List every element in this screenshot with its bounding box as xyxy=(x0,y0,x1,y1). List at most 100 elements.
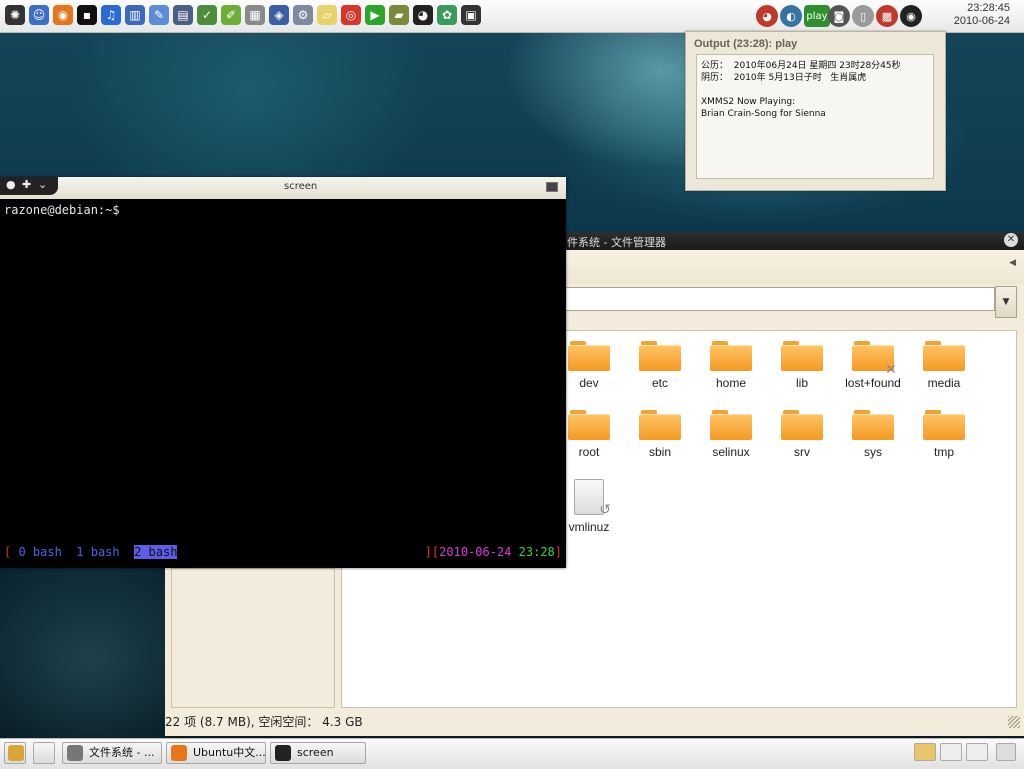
workspace-button[interactable] xyxy=(33,742,55,764)
resize-grip[interactable] xyxy=(1008,716,1020,728)
file-item-tmp[interactable]: tmp xyxy=(912,410,976,459)
gregorian-value: 2010年06月24日 星期四 23时28分45秒 xyxy=(733,61,901,71)
file-item-etc[interactable]: etc xyxy=(628,341,692,390)
file-item-root[interactable]: root xyxy=(557,410,621,459)
folder-icon xyxy=(923,341,965,371)
notification-title: Output (23:28): play xyxy=(694,38,798,50)
show-desktop-button[interactable] xyxy=(4,742,26,764)
file-item-srv[interactable]: srv xyxy=(770,410,834,459)
terminal-title: screen xyxy=(284,181,318,192)
lunar-label: 阴历： xyxy=(701,73,729,83)
file-item-lost-found[interactable]: ✕ lost+found xyxy=(841,341,905,390)
books-icon[interactable]: ▥ xyxy=(125,5,145,25)
file-item-sys[interactable]: sys xyxy=(841,410,905,459)
dictionary-icon[interactable]: ▰ xyxy=(389,5,409,25)
file-item-home[interactable]: home xyxy=(699,341,763,390)
window-controls: ● ✚ ⌄ xyxy=(0,177,58,195)
screen-window-2[interactable]: 2 bash xyxy=(134,545,178,559)
toolbar-overflow-icon[interactable]: ◀ xyxy=(1009,258,1016,268)
clock[interactable]: 23:28:45 2010-06-24 xyxy=(954,2,1010,28)
gregorian-row: 公历： 2010年06月24日 星期四 23时28分45秒 xyxy=(701,60,929,72)
taskbar-button-1[interactable]: Ubuntu中文... xyxy=(166,742,266,764)
screen-window-1[interactable]: 1 bash xyxy=(76,545,119,559)
screen-window-0[interactable]: 0 bash xyxy=(18,545,61,559)
file-label: srv xyxy=(794,445,810,459)
taskbar-button-0[interactable]: 文件系统 - ... xyxy=(62,742,162,764)
file-item-vmlinuz[interactable]: ↺ vmlinuz xyxy=(557,479,621,534)
add-tab-icon[interactable]: ✚ xyxy=(22,179,31,191)
file-label: etc xyxy=(651,376,668,390)
taskbar-button-2[interactable]: screen xyxy=(270,742,366,764)
status-bracket: [ xyxy=(4,545,19,559)
settings-icon[interactable]: ✓ xyxy=(197,5,217,25)
editor-icon[interactable]: ✎ xyxy=(149,5,169,25)
qq-tray-icon[interactable]: ◕ xyxy=(756,5,778,27)
screen-status-line: [ 0 bash 1 bash 2 bash][2010-06-24 23:28… xyxy=(4,545,562,561)
terminal-icon[interactable]: ▪ xyxy=(77,5,97,25)
close-icon[interactable]: ✕ xyxy=(1004,233,1018,247)
network-icon[interactable]: ▩ xyxy=(876,5,898,27)
messenger-icon[interactable]: ✿ xyxy=(437,5,457,25)
finder-icon[interactable]: ☺ xyxy=(29,5,49,25)
window-title: 件系统 - 文件管理器 xyxy=(567,236,666,249)
file-label: sys xyxy=(864,445,882,459)
notes-icon[interactable]: ✐ xyxy=(221,5,241,25)
virtualbox-icon[interactable]: ◈ xyxy=(269,5,289,25)
task-label: Ubuntu中文... xyxy=(193,746,266,759)
remote-icon[interactable]: ▣ xyxy=(461,5,481,25)
maximize-icon[interactable] xyxy=(546,182,558,192)
status-time: 23:28 xyxy=(518,545,555,559)
firefox-icon[interactable]: ◉ xyxy=(53,5,73,25)
tools-icon[interactable]: ⚙ xyxy=(293,5,313,25)
file-label: root xyxy=(578,445,600,459)
status-text: 22 项 (8.7 MB), 空闲空间： 4.3 GB xyxy=(165,715,363,729)
chrome-icon[interactable]: ◎ xyxy=(341,5,361,25)
side-pane[interactable] xyxy=(171,568,335,708)
status-bar: 22 项 (8.7 MB), 空闲空间： 4.3 GB xyxy=(165,712,1024,734)
workspace-3[interactable] xyxy=(966,743,988,761)
trash-icon[interactable] xyxy=(996,743,1016,761)
symlink-icon: ↺ xyxy=(599,502,611,518)
music-icon[interactable]: ♫ xyxy=(101,5,121,25)
terminal-titlebar[interactable]: ● ✚ ⌄ screen xyxy=(0,177,566,199)
now-playing-label: XMMS2 Now Playing: xyxy=(701,97,796,107)
gregorian-label: 公历： xyxy=(701,61,729,71)
trash-tray-icon[interactable]: ▯ xyxy=(852,5,874,27)
notification-popup[interactable]: Output (23:28): play 公历： 2010年06月24日 星期四… xyxy=(685,31,946,191)
file-item-media[interactable]: media xyxy=(912,341,976,390)
terminal-task-icon xyxy=(275,745,291,761)
scanner-icon[interactable]: ▤ xyxy=(173,5,193,25)
folder-icon xyxy=(639,410,681,440)
location-bar[interactable] xyxy=(565,287,995,311)
camera-icon[interactable]: ◙ xyxy=(828,5,850,27)
qq-icon[interactable]: ◕ xyxy=(413,5,433,25)
firefox-task-icon xyxy=(171,745,187,761)
calculator-icon[interactable]: ▦ xyxy=(245,5,265,25)
file-item-dev[interactable]: dev xyxy=(557,341,621,390)
file-manager-task-icon xyxy=(67,745,83,761)
clock-date: 2010-06-24 xyxy=(953,15,1010,27)
debian-menu-icon[interactable]: ✺ xyxy=(5,5,25,25)
no-access-icon: ✕ xyxy=(885,362,897,378)
location-dropdown-button[interactable]: ▼ xyxy=(995,286,1017,318)
folder-icon xyxy=(781,410,823,440)
chevron-down-icon[interactable]: ⌄ xyxy=(38,179,47,191)
file-item-selinux[interactable]: selinux xyxy=(699,410,763,459)
task-label: 文件系统 - ... xyxy=(89,746,155,759)
file-item-lib[interactable]: lib xyxy=(770,341,834,390)
workspace-2[interactable] xyxy=(940,743,962,761)
workspace-1[interactable] xyxy=(914,743,936,761)
xmms2-play-icon[interactable]: play xyxy=(804,5,830,27)
shell-prompt: razone@debian:~$ xyxy=(4,203,120,217)
clock-time: 23:28:45 xyxy=(967,2,1010,14)
menu-dot-icon[interactable]: ● xyxy=(6,179,16,191)
lunar-value: 2010年 5月13日子时 生肖属虎 xyxy=(733,73,867,83)
play-icon[interactable]: ▶ xyxy=(365,5,385,25)
file-label: tmp xyxy=(933,445,954,459)
file-label: dev xyxy=(579,376,599,390)
volume-icon[interactable]: ◉ xyxy=(900,5,922,27)
file-item-sbin[interactable]: sbin xyxy=(628,410,692,459)
terminal-screen[interactable]: razone@debian:~$ [ 0 bash 1 bash 2 bash]… xyxy=(0,199,566,568)
python-tray-icon[interactable]: ◐ xyxy=(780,5,802,27)
sticky-note-icon[interactable]: ▱ xyxy=(317,5,337,25)
